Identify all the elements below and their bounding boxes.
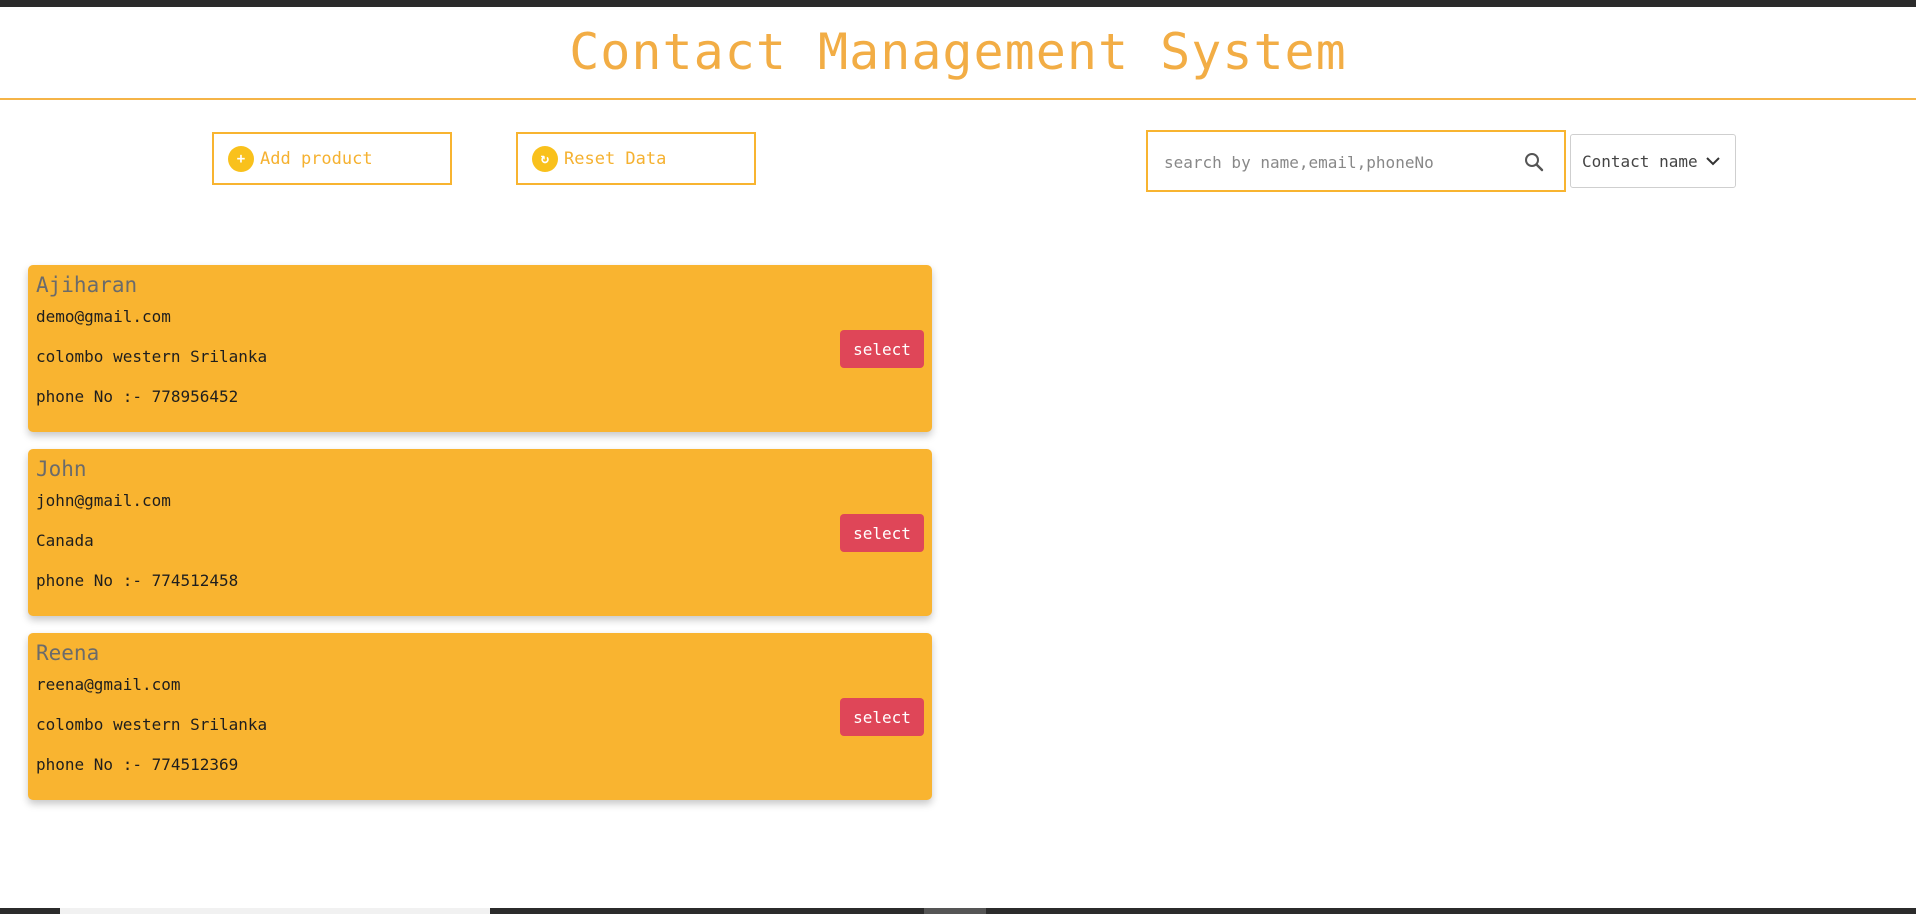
select-button[interactable]: select (840, 330, 924, 368)
contact-name: John (36, 457, 87, 481)
select-button[interactable]: select (840, 698, 924, 736)
scrollbar-thumb[interactable] (924, 908, 986, 914)
contact-address: colombo western Srilanka (36, 347, 268, 366)
sort-select[interactable]: Contact name (1570, 134, 1736, 188)
contact-card: John john@gmail.com Canada phone No :- 7… (28, 449, 932, 616)
plus-circle-icon: + (228, 145, 254, 172)
reset-data-button[interactable]: ↻ Reset Data (516, 132, 756, 185)
contact-address: Canada (36, 531, 94, 550)
contact-phone: phone No :- 774512458 (36, 571, 239, 590)
contact-address: colombo western Srilanka (36, 715, 268, 734)
contact-email: reena@gmail.com (36, 675, 181, 694)
horizontal-scrollbar[interactable] (60, 908, 490, 914)
contact-phone: phone No :- 778956452 (36, 387, 239, 406)
contact-name: Ajiharan (36, 273, 138, 297)
header: Contact Management System (0, 7, 1916, 100)
contact-email: john@gmail.com (36, 491, 171, 510)
contact-card: Reena reena@gmail.com colombo western Sr… (28, 633, 932, 800)
reset-data-label: Reset Data (564, 148, 667, 169)
search-box (1146, 130, 1566, 192)
sort-selected-value: Contact name (1582, 151, 1698, 171)
select-button[interactable]: select (840, 514, 924, 552)
contact-card: Ajiharan demo@gmail.com colombo western … (28, 265, 932, 432)
chevron-down-icon (1706, 157, 1720, 166)
search-icon[interactable] (1522, 150, 1546, 174)
contact-phone: phone No :- 774512369 (36, 755, 239, 774)
add-product-label: Add product (260, 148, 373, 169)
refresh-circle-icon: ↻ (532, 145, 558, 172)
contact-name: Reena (36, 641, 100, 665)
search-input[interactable] (1162, 146, 1506, 178)
contact-email: demo@gmail.com (36, 307, 171, 326)
page-title: Contact Management System (569, 23, 1347, 81)
add-product-button[interactable]: + Add product (212, 132, 452, 185)
top-window-bar (0, 0, 1916, 7)
